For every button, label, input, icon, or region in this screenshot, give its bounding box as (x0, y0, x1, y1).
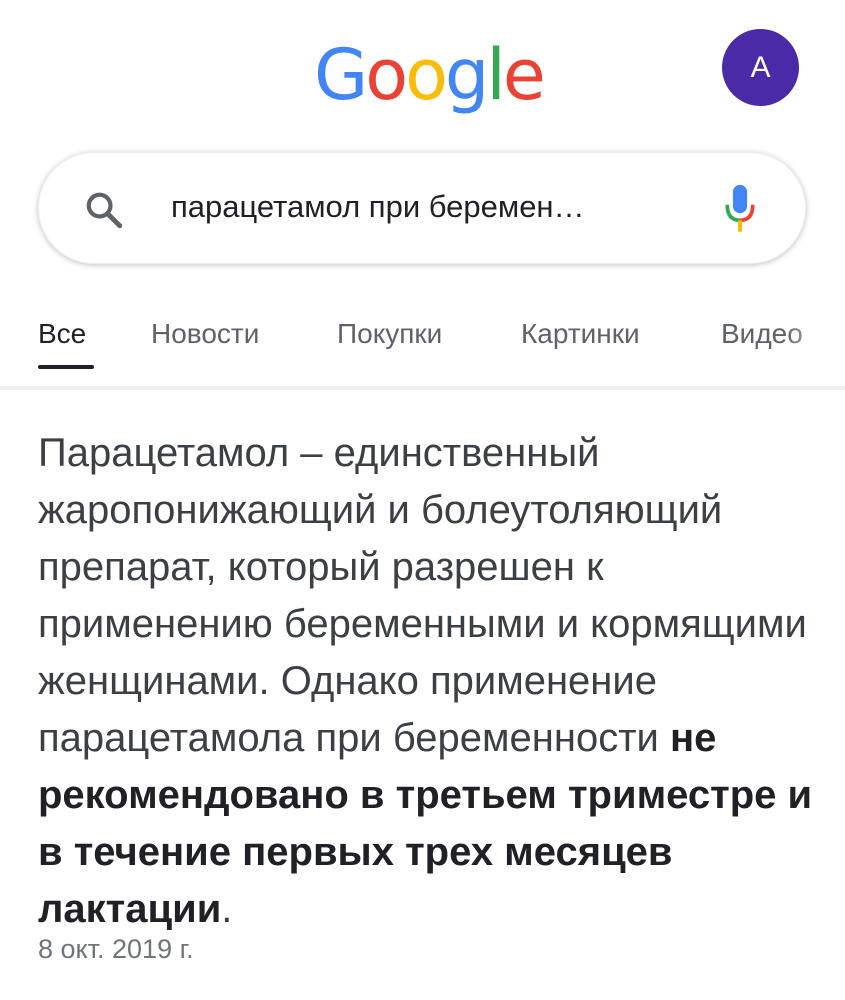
search-results-page: Google A парацетамол при беремен… Все Но… (0, 0, 845, 1000)
search-tabs: Все Новости Покупки Картинки Видео (0, 310, 845, 386)
account-avatar[interactable]: A (722, 29, 799, 106)
active-tab-indicator (38, 365, 94, 369)
logo-letter: G (314, 34, 368, 116)
logo-letter: e (502, 34, 546, 116)
snippet-date: 8 окт. 2019 г. (38, 934, 194, 964)
logo-letter: l (486, 34, 506, 116)
search-icon[interactable] (83, 189, 125, 231)
logo-letter: o (405, 34, 448, 116)
logo-letter: g (444, 34, 489, 116)
microphone-icon[interactable] (723, 183, 757, 235)
snippet-text: Парацетамол – единственный жаропонижающи… (38, 431, 807, 760)
tab-all[interactable]: Все (38, 318, 86, 350)
avatar-initial: A (750, 50, 771, 84)
tab-shopping[interactable]: Покупки (337, 318, 442, 350)
search-bar[interactable]: парацетамол при беремен… (38, 152, 806, 264)
search-input[interactable]: парацетамол при беремен… (171, 189, 585, 225)
tabs-divider (0, 386, 845, 390)
tab-news[interactable]: Новости (151, 318, 259, 350)
logo-letter: o (365, 34, 408, 116)
featured-snippet: Парацетамол – единственный жаропонижающи… (38, 425, 818, 938)
tab-images[interactable]: Картинки (521, 318, 640, 350)
tabs-scroll-fade (785, 310, 845, 370)
snippet-end: . (221, 887, 233, 931)
google-logo[interactable]: Google (314, 34, 546, 116)
